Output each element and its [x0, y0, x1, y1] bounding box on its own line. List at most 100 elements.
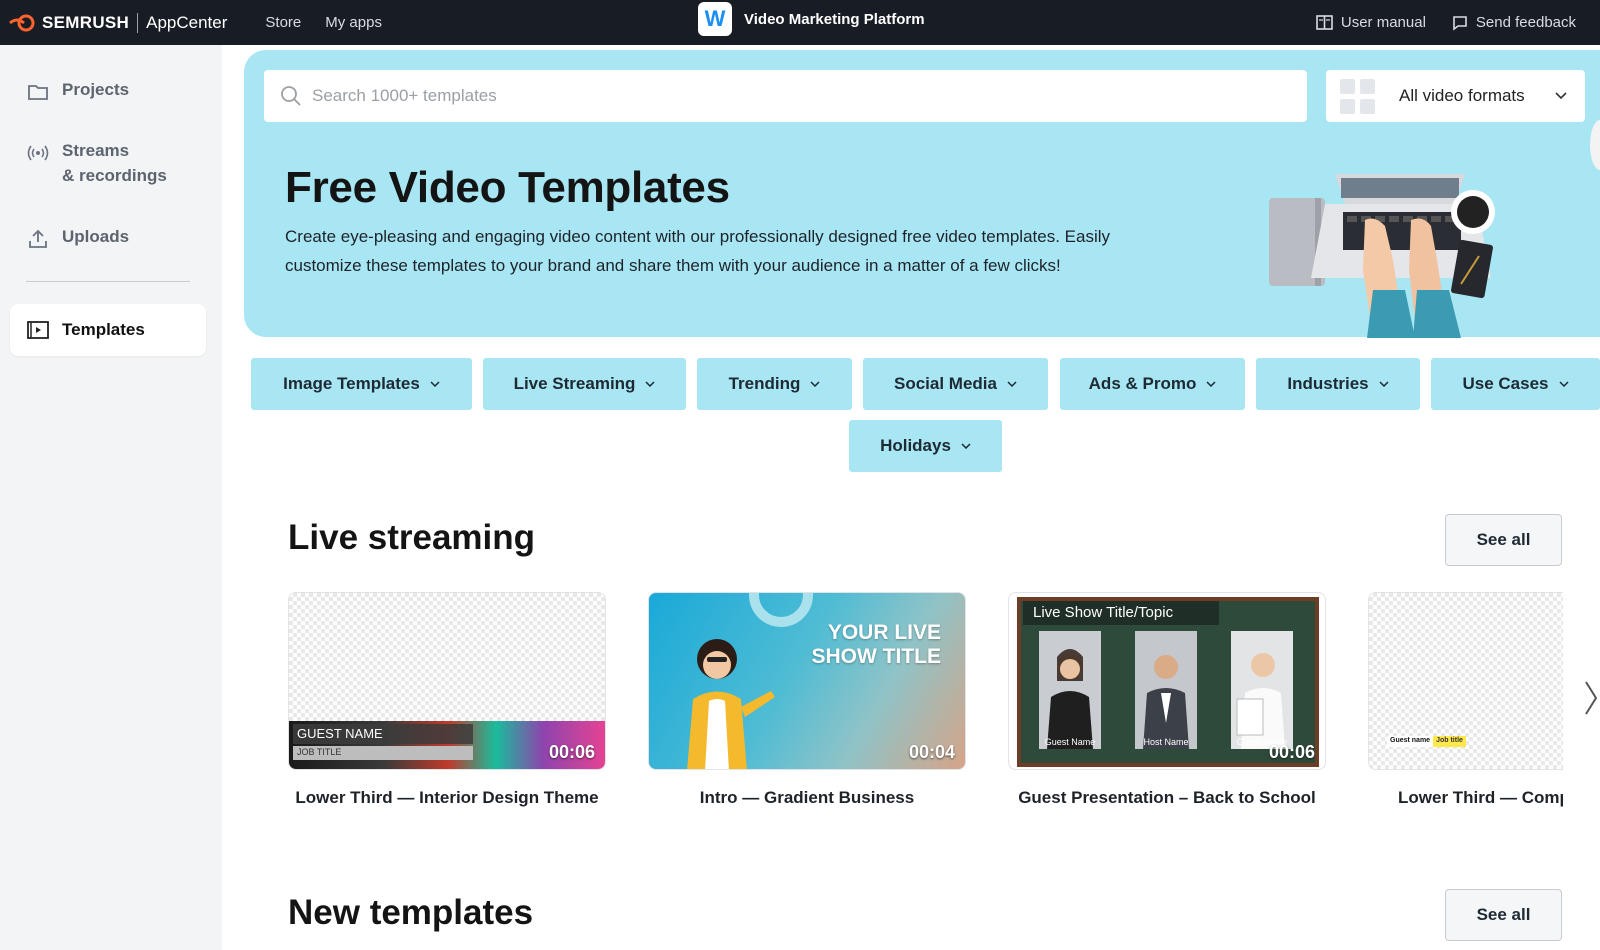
page-title: Free Video Templates [285, 163, 730, 212]
template-card-clip: Guest name Job title Lower Third — Comp [1366, 592, 1563, 822]
template-card[interactable]: YOUR LIVE SHOW TITLE 00:04 Intro — Gradi… [648, 592, 966, 808]
overlay-show-title: YOUR LIVE SHOW TITLE [812, 621, 942, 669]
overlay-line-1: YOUR LIVE [827, 621, 941, 644]
template-title: Lower Third — Comp [1398, 788, 1563, 807]
sidebar-item-uploads[interactable]: Uploads [10, 217, 206, 261]
app-center-label: AppCenter [146, 12, 228, 32]
hero-description: Create eye-pleasing and engaging video c… [285, 227, 1111, 275]
search-input[interactable] [312, 86, 1212, 106]
sidebar-item-label: Projects [62, 80, 130, 99]
format-grid-icon [1340, 78, 1375, 114]
section-title-new-templates: New templates [288, 893, 534, 932]
sidebar-item-label: Streams [62, 141, 130, 160]
folder-icon [28, 85, 48, 100]
duration-badge: 00:04 [908, 742, 955, 762]
search-icon [281, 86, 301, 106]
sidebar-divider [26, 281, 190, 282]
format-select-value: All video formats [1399, 86, 1525, 105]
top-bar: SEMRUSH AppCenter Store My apps W Video … [0, 0, 1600, 45]
sidebar-item-streams[interactable]: Streams & recordings [10, 131, 206, 198]
broadcast-icon [27, 145, 49, 161]
feedback-icon [1453, 15, 1467, 31]
search-bar[interactable] [264, 70, 1307, 122]
woman-photo [687, 639, 775, 769]
chevron-down-icon [645, 381, 655, 387]
category-label: Ads & Promo [1088, 374, 1197, 393]
category-live-streaming[interactable]: Live Streaming [483, 358, 686, 410]
top-nav: Store My apps [265, 14, 382, 31]
section-title-live-streaming: Live streaming [288, 518, 536, 557]
template-thumbnail: Live Show Title/Topic Guest Name Host Na… [1008, 592, 1326, 770]
chevron-down-icon [1555, 92, 1567, 100]
category-label: Social Media [894, 374, 997, 393]
overlay-job-title: JOB TITLE [293, 746, 473, 760]
carousel-next-icon[interactable] [1584, 680, 1598, 716]
overlay-guest-name: GUEST NAME [293, 724, 473, 744]
overlay-line-2: SHOW TITLE [811, 645, 942, 668]
person-name-2: Host Name [1143, 737, 1189, 747]
template-title: Intro — Gradient Business [699, 788, 915, 807]
template-thumbnail: YOUR LIVE SHOW TITLE 00:04 [648, 592, 966, 770]
category-label: Use Cases [1462, 374, 1549, 393]
overlay-topic: Live Show Title/Topic [1023, 601, 1219, 625]
send-feedback-label: Send feedback [1475, 14, 1576, 31]
book-icon [1316, 15, 1333, 30]
brand-divider [137, 12, 139, 33]
lower-third-label: Guest name Job title [1387, 736, 1466, 747]
see-all-live-streaming-button[interactable]: See all [1445, 514, 1562, 566]
app-title: Video Marketing Platform [744, 10, 925, 28]
app-header[interactable]: W Video Marketing Platform [698, 2, 925, 36]
sidebar-item-templates[interactable]: Templates [10, 304, 206, 356]
chevron-down-icon [1379, 381, 1389, 387]
template-card[interactable]: GUEST NAME JOB TITLE 00:06 Lower Third —… [288, 592, 606, 808]
category-label: Live Streaming [513, 374, 636, 393]
category-label: Image Templates [283, 374, 420, 393]
category-holidays[interactable]: Holidays [849, 420, 1002, 472]
category-ads-promo[interactable]: Ads & Promo [1060, 358, 1245, 410]
template-card[interactable]: Guest name Job title Lower Third — Comp [1368, 592, 1563, 808]
sidebar-item-projects[interactable]: Projects [10, 70, 206, 114]
chevron-down-icon [430, 381, 440, 387]
template-thumbnail: GUEST NAME JOB TITLE 00:06 [288, 592, 606, 770]
user-manual-link[interactable]: User manual [1316, 14, 1426, 31]
overlay-guest-name: Guest name [1387, 736, 1434, 747]
category-label: Trending [728, 374, 801, 393]
duration-badge: 00:06 [1268, 742, 1315, 762]
category-trending[interactable]: Trending [697, 358, 852, 410]
sidebar-item-label-line2: & recordings [62, 166, 167, 185]
template-title: Lower Third — Interior Design Theme [295, 788, 599, 807]
category-label: Industries [1287, 374, 1369, 393]
chevron-down-icon [1007, 381, 1017, 387]
chevron-down-icon [1206, 381, 1216, 387]
templates-icon [27, 321, 49, 339]
category-label: Holidays [880, 436, 951, 455]
category-image-templates[interactable]: Image Templates [251, 358, 472, 410]
person-name-1: Guest Name [1044, 737, 1096, 747]
chevron-down-icon [810, 381, 820, 387]
nav-store[interactable]: Store [265, 14, 301, 31]
semrush-flame-icon [9, 14, 35, 31]
duration-badge: 00:06 [548, 742, 595, 762]
sidebar-item-label: Templates [62, 320, 145, 339]
send-feedback-link[interactable]: Send feedback [1452, 14, 1576, 31]
user-manual-label: User manual [1340, 14, 1426, 31]
brand-name: SEMRUSH [42, 12, 130, 32]
template-card[interactable]: Live Show Title/Topic Guest Name Host Na… [1008, 592, 1326, 808]
category-social-media[interactable]: Social Media [863, 358, 1048, 410]
nav-my-apps[interactable]: My apps [325, 14, 382, 31]
category-industries[interactable]: Industries [1256, 358, 1420, 410]
category-use-cases[interactable]: Use Cases [1431, 358, 1600, 410]
sidebar-item-streams-text: Streams & recordings [62, 138, 167, 188]
semrush-logo[interactable]: SEMRUSH AppCenter [8, 12, 228, 33]
upload-icon [29, 229, 47, 248]
people-photos [1039, 631, 1293, 749]
video-format-select[interactable]: All video formats [1326, 70, 1585, 122]
laptop-desk-illustration [1269, 174, 1495, 338]
template-thumbnail: Guest name Job title [1368, 592, 1563, 770]
top-right-actions: User manual Send feedback [1316, 0, 1576, 45]
chevron-down-icon [961, 443, 971, 449]
decor-ring [749, 593, 813, 627]
see-all-new-templates-button[interactable]: See all [1445, 889, 1562, 941]
chevron-down-icon [1558, 381, 1569, 387]
app-logo: W [698, 2, 732, 36]
